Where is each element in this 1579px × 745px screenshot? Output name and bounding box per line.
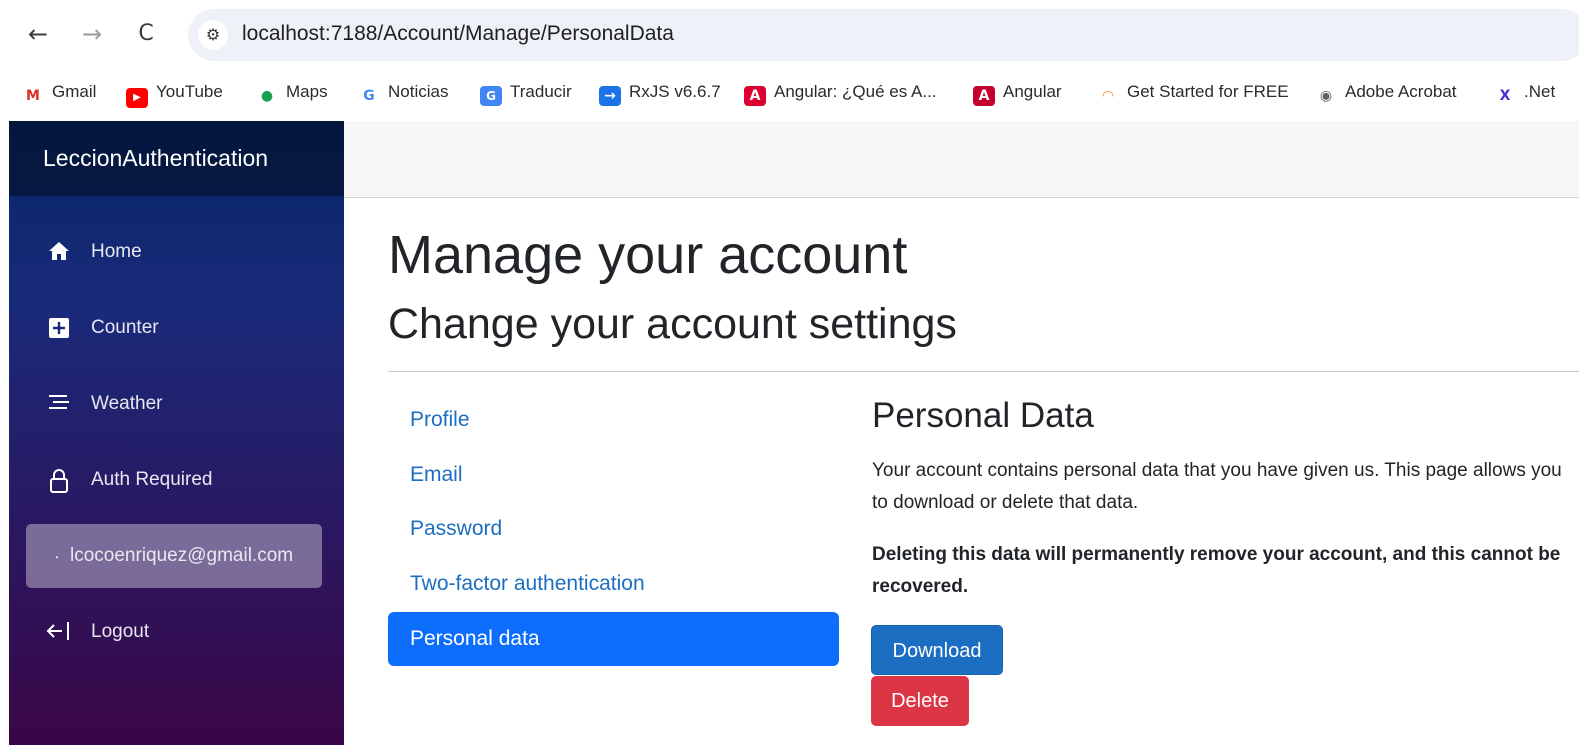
rainbow-icon: ◠ (1102, 88, 1114, 104)
manage-nav-personal-data[interactable]: Personal data (388, 612, 839, 666)
logout-icon (46, 620, 72, 644)
sidebar-item-label: Logout (91, 621, 150, 642)
bookmark-label: .Net (1524, 82, 1556, 101)
divider (388, 371, 1579, 372)
bookmark-traducir[interactable]: G Traducir (480, 80, 572, 106)
lock-icon (46, 468, 72, 493)
maps-icon: ● (260, 88, 274, 104)
sidebar-item-account[interactable]: ⸱ lcocoenriquez@gmail.com (26, 524, 322, 588)
download-button[interactable]: Download (871, 625, 1003, 675)
sidebar-item-label: Counter (91, 317, 159, 338)
sidebar-item-label: Weather (91, 393, 163, 414)
google-icon: G (363, 88, 375, 104)
sidebar-item-weather[interactable]: Weather (26, 372, 322, 436)
manage-nav-password[interactable]: Password (388, 502, 839, 556)
angular-icon: A (973, 86, 995, 106)
bookmark-label: Noticias (388, 82, 449, 101)
angular-icon: A (744, 86, 766, 106)
bookmark-label: Gmail (52, 82, 97, 101)
sidebar-item-auth-required[interactable]: Auth Required (26, 448, 322, 512)
manage-nav-label: Two-factor authentication (410, 572, 645, 595)
youtube-icon: ▶ (126, 88, 148, 108)
bookmark-angular[interactable]: A Angular (973, 80, 1062, 106)
bookmark-label: RxJS v6.6.7 (629, 82, 721, 101)
bookmarks-bar: M Gmail ▶ YouTube ● Maps G Noticias G Traduci… (0, 70, 1579, 115)
sidebar-item-label: lcocoenriquez@gmail.com (70, 545, 294, 566)
bookmark-label: YouTube (156, 82, 223, 101)
warning-text: Deleting this data will permanently remo… (872, 544, 1561, 597)
manage-nav-label: Personal data (410, 627, 540, 650)
bookmark-adobe-acrobat[interactable]: ◉ Adobe Acrobat (1315, 80, 1457, 104)
sidebar-item-home[interactable]: Home (26, 220, 322, 284)
bookmark-label: Traducir (510, 82, 572, 101)
description-text: Your account contains personal data that… (872, 460, 1562, 513)
list-icon (46, 392, 72, 416)
brand-bar: LeccionAuthentication (9, 121, 344, 196)
plus-square-icon (46, 316, 72, 340)
manage-nav-email[interactable]: Email (388, 448, 839, 502)
bookmark-maps[interactable]: ● Maps (256, 80, 328, 104)
sidebar-item-counter[interactable]: Counter (26, 296, 322, 360)
dotnet-icon: X (1499, 88, 1511, 104)
bookmark-noticias[interactable]: G Noticias (358, 80, 448, 104)
forward-arrow-icon[interactable]: → (76, 18, 108, 50)
manage-nav-label: Profile (410, 408, 470, 431)
bookmark-label: Angular (1003, 82, 1062, 101)
manage-nav-label: Email (410, 463, 463, 486)
bookmark-dotnet[interactable]: X .Net (1494, 80, 1556, 104)
top-row (344, 121, 1579, 198)
app-brand[interactable]: LeccionAuthentication (43, 145, 268, 172)
back-arrow-icon[interactable]: ← (22, 18, 54, 50)
sidebar: LeccionAuthentication Home Counter Weath… (9, 121, 344, 745)
translate-icon: G (480, 86, 502, 106)
bookmark-rxjs[interactable]: → RxJS v6.6.7 (599, 80, 721, 106)
delete-button[interactable]: Delete (871, 676, 969, 726)
site-settings-icon[interactable]: ⚙ (198, 20, 228, 50)
section-title: Personal Data (872, 396, 1094, 435)
bookmark-gmail[interactable]: M Gmail (22, 80, 96, 104)
page-subtitle: Change your account settings (388, 300, 957, 348)
page-title: Manage your account (388, 225, 908, 285)
home-icon (46, 240, 72, 264)
bookmark-label: Adobe Acrobat (1345, 82, 1457, 101)
url-text[interactable]: localhost:7188/Account/Manage/PersonalDa… (242, 22, 674, 46)
sidebar-item-label: Auth Required (91, 469, 213, 490)
bookmark-get-started[interactable]: ◠ Get Started for FREE (1097, 80, 1289, 104)
bookmark-youtube[interactable]: ▶ YouTube (126, 80, 223, 108)
browser-toolbar: ← → C ⚙ localhost:7188/Account/Manage/Pe… (0, 0, 1579, 70)
manage-nav-profile[interactable]: Profile (388, 393, 839, 447)
bookmark-label: Get Started for FREE (1127, 82, 1289, 101)
manage-nav-two-factor[interactable]: Two-factor authentication (388, 557, 839, 611)
bookmark-label: Maps (286, 82, 328, 101)
arrow-right-icon: → (599, 86, 621, 106)
user-icon: ⸱ (55, 550, 59, 566)
gmail-icon: M (26, 88, 40, 104)
sidebar-item-label: Home (91, 241, 142, 262)
manage-nav-label: Password (410, 517, 503, 540)
reload-icon[interactable]: C (130, 18, 162, 50)
sidebar-item-logout[interactable]: Logout (26, 600, 322, 664)
bookmark-angular-que-es[interactable]: A Angular: ¿Qué es A... (744, 80, 937, 106)
globe-icon: ◉ (1319, 88, 1333, 104)
bookmark-label: Angular: ¿Qué es A... (774, 82, 937, 101)
